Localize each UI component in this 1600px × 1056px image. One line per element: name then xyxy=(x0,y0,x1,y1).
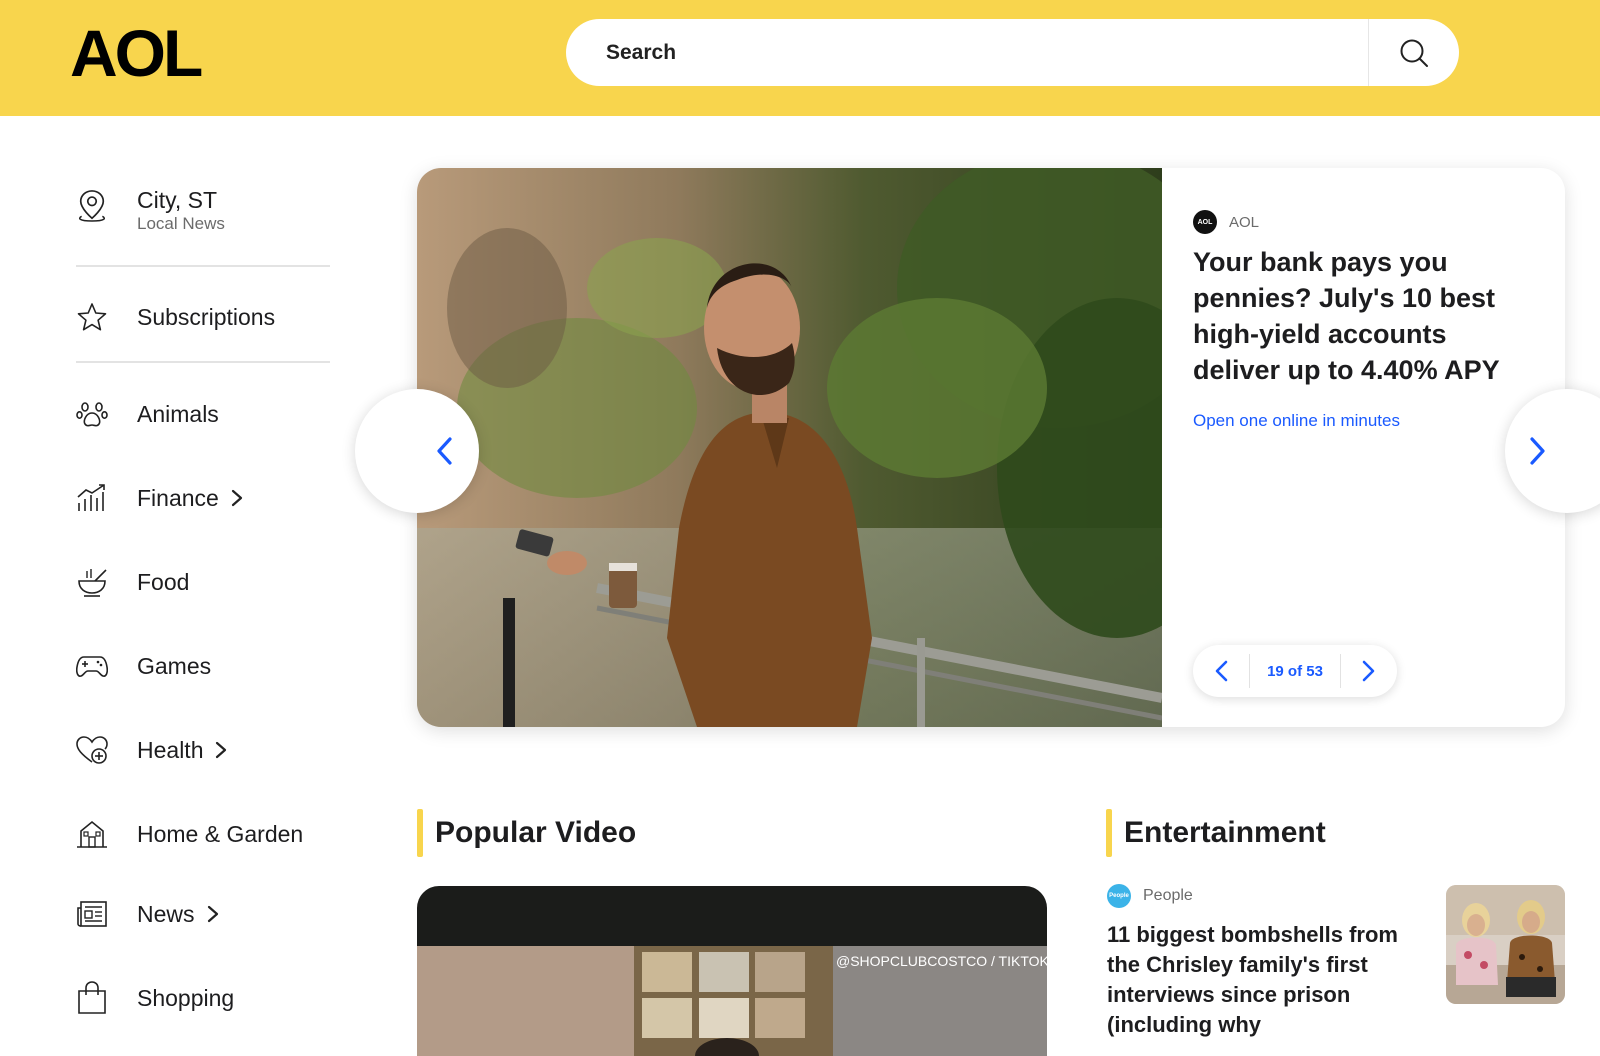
search-input[interactable] xyxy=(606,19,1386,86)
hero-cta-link[interactable]: Open one online in minutes xyxy=(1193,411,1400,431)
search-icon xyxy=(1400,39,1428,67)
chevron-right-icon xyxy=(1530,437,1545,465)
sidebar-divider xyxy=(76,361,330,363)
sidebar-item-label: Health xyxy=(137,737,227,764)
video-player[interactable]: @SHOPCLUBCOSTCO / TIKTOK xyxy=(417,886,1047,1056)
location-city: City, ST xyxy=(137,187,218,213)
sidebar-item-games[interactable]: Games xyxy=(76,650,211,682)
sidebar-item-label: News xyxy=(137,901,219,928)
video-credit: @SHOPCLUBCOSTCO / TIKTOK xyxy=(836,953,1047,969)
hero-card[interactable]: AOL AOL Your bank pays you pennies? July… xyxy=(417,168,1565,727)
aol-logo[interactable]: AOL xyxy=(70,16,220,90)
sidebar-item-text: Health xyxy=(137,736,204,763)
source-name: People xyxy=(1143,887,1193,904)
location-pin-icon xyxy=(76,190,108,222)
sidebar-item-food[interactable]: Food xyxy=(76,566,189,598)
entertainment-thumbnail[interactable] xyxy=(1446,885,1565,1004)
aol-source-badge: AOL xyxy=(1193,210,1217,234)
sidebar-item-label: Games xyxy=(137,652,212,679)
entertainment-heading[interactable]: Entertainment xyxy=(1124,816,1326,850)
svg-text:AOL: AOL xyxy=(70,20,202,82)
newspaper-icon xyxy=(76,898,108,930)
pager-count: 19 of 53 xyxy=(1267,662,1323,680)
hero-headline[interactable]: Your bank pays you pennies? July's 10 be… xyxy=(1193,244,1523,388)
sidebar-item-shopping[interactable]: Shopping xyxy=(76,981,234,1014)
bag-icon xyxy=(76,981,108,1014)
paw-icon xyxy=(76,398,108,430)
search-button[interactable] xyxy=(1369,19,1459,86)
location-subtitle: Local News xyxy=(137,214,225,233)
chart-icon xyxy=(76,482,108,514)
sidebar-item-label: Animals xyxy=(137,400,219,427)
sidebar-item-text: News xyxy=(137,900,195,927)
sidebar-item-finance[interactable]: Finance xyxy=(76,482,242,514)
heart-plus-icon xyxy=(76,734,108,766)
pager-prev-button[interactable] xyxy=(1193,645,1249,697)
people-source-badge: People xyxy=(1107,884,1131,908)
section-accent-bar xyxy=(1106,809,1112,857)
sidebar-item-label: Shopping xyxy=(137,984,235,1011)
star-icon xyxy=(76,301,108,333)
bowl-icon xyxy=(76,566,108,598)
source-name: AOL xyxy=(1229,213,1260,231)
chevron-left-icon xyxy=(437,437,452,465)
sidebar-item-subscriptions[interactable]: Subscriptions xyxy=(76,301,275,333)
chevron-left-icon xyxy=(1215,660,1228,682)
top-header: AOL xyxy=(0,0,1600,116)
gamepad-icon xyxy=(76,650,108,682)
carousel-prev-button[interactable] xyxy=(355,389,479,513)
chevron-right-icon xyxy=(1362,660,1375,682)
entertainment-headline[interactable]: 11 biggest bombshells from the Chrisley … xyxy=(1107,920,1417,1040)
section-accent-bar xyxy=(417,809,423,857)
sidebar-item-label: Finance xyxy=(137,485,243,512)
hero-image[interactable] xyxy=(417,168,1237,727)
hero-source[interactable]: AOL AOL xyxy=(1193,210,1259,234)
chevron-right-icon xyxy=(207,905,219,923)
search-bar xyxy=(566,19,1459,86)
sidebar-divider xyxy=(76,265,330,267)
pager-next-button[interactable] xyxy=(1341,645,1397,697)
chevron-right-icon xyxy=(215,741,227,759)
sidebar-item-label: Home & Garden xyxy=(137,820,304,847)
entertainment-source[interactable]: People People xyxy=(1107,884,1193,908)
sidebar-item-text: Finance xyxy=(137,484,219,511)
carousel-pager: 19 of 53 xyxy=(1193,645,1397,697)
sidebar-item-home-garden[interactable]: Home & Garden xyxy=(76,818,303,850)
sidebar-item-label: Food xyxy=(137,568,190,595)
sidebar-item-animals[interactable]: Animals xyxy=(76,398,219,430)
location-link[interactable] xyxy=(76,190,108,222)
sidebar-item-label: Subscriptions xyxy=(137,303,276,330)
popular-video-heading[interactable]: Popular Video xyxy=(435,816,636,850)
location-text[interactable]: City, ST Local News xyxy=(137,187,225,234)
sidebar-item-news[interactable]: News xyxy=(76,898,218,930)
house-icon xyxy=(76,818,108,850)
sidebar-item-health[interactable]: Health xyxy=(76,734,227,766)
chevron-right-icon xyxy=(231,489,243,507)
